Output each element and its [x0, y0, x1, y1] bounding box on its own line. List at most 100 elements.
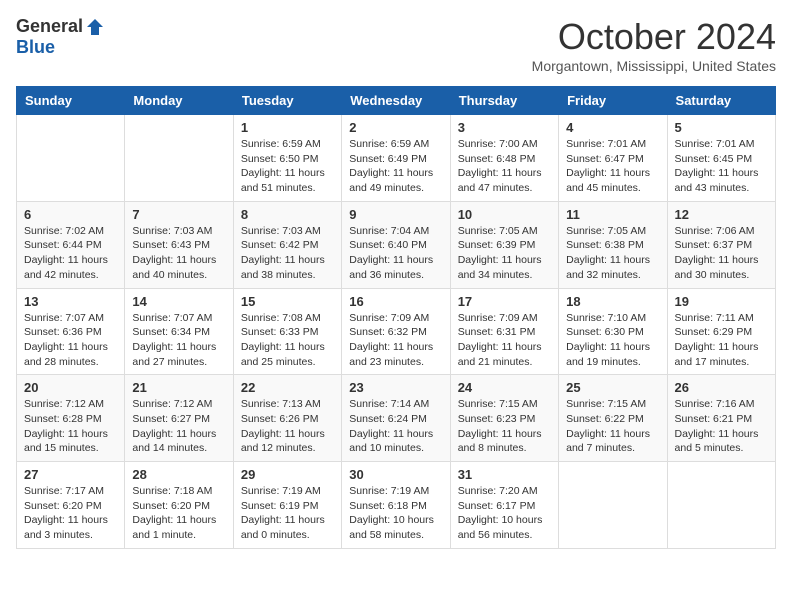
- day-info: Sunrise: 7:07 AM Sunset: 6:36 PM Dayligh…: [24, 311, 117, 370]
- day-info: Sunrise: 7:00 AM Sunset: 6:48 PM Dayligh…: [458, 137, 551, 196]
- calendar-cell: 6 Sunrise: 7:02 AM Sunset: 6:44 PM Daylig…: [17, 201, 125, 288]
- day-number: 28: [132, 467, 225, 482]
- calendar-cell: [667, 462, 775, 549]
- logo-icon: [85, 17, 105, 37]
- day-number: 21: [132, 380, 225, 395]
- day-info: Sunrise: 7:19 AM Sunset: 6:19 PM Dayligh…: [241, 484, 334, 543]
- calendar-cell: 29 Sunrise: 7:19 AM Sunset: 6:19 PM Dayli…: [233, 462, 341, 549]
- calendar-cell: 19 Sunrise: 7:11 AM Sunset: 6:29 PM Dayli…: [667, 288, 775, 375]
- day-info: Sunrise: 7:19 AM Sunset: 6:18 PM Dayligh…: [349, 484, 442, 543]
- calendar-cell: 17 Sunrise: 7:09 AM Sunset: 6:31 PM Dayli…: [450, 288, 558, 375]
- calendar-cell: 3 Sunrise: 7:00 AM Sunset: 6:48 PM Daylig…: [450, 115, 558, 202]
- logo-general-text: General: [16, 16, 83, 37]
- logo: General Blue: [16, 16, 105, 58]
- day-number: 12: [675, 207, 768, 222]
- calendar-cell: 18Sunrise: 7:10 AM Sunset: 6:30 PM Dayli…: [559, 288, 667, 375]
- calendar-cell: 25 Sunrise: 7:15 AM Sunset: 6:22 PM Dayli…: [559, 375, 667, 462]
- day-info: Sunrise: 7:05 AM Sunset: 6:38 PM Dayligh…: [566, 224, 659, 283]
- day-of-week-header: Wednesday: [342, 87, 450, 115]
- day-info: Sunrise: 6:59 AM Sunset: 6:50 PM Dayligh…: [241, 137, 334, 196]
- day-of-week-header: Thursday: [450, 87, 558, 115]
- calendar-week-row: 27 Sunrise: 7:17 AM Sunset: 6:20 PM Dayli…: [17, 462, 776, 549]
- day-info: Sunrise: 7:11 AM Sunset: 6:29 PM Dayligh…: [675, 311, 768, 370]
- calendar-cell: 4Sunrise: 7:01 AM Sunset: 6:47 PM Daylig…: [559, 115, 667, 202]
- calendar-cell: 11 Sunrise: 7:05 AM Sunset: 6:38 PM Dayli…: [559, 201, 667, 288]
- calendar-cell: 2Sunrise: 6:59 AM Sunset: 6:49 PM Daylig…: [342, 115, 450, 202]
- day-info: Sunrise: 7:15 AM Sunset: 6:22 PM Dayligh…: [566, 397, 659, 456]
- day-of-week-header: Saturday: [667, 87, 775, 115]
- month-title: October 2024: [532, 16, 776, 58]
- day-number: 18: [566, 294, 659, 309]
- day-number: 17: [458, 294, 551, 309]
- calendar-cell: 7 Sunrise: 7:03 AM Sunset: 6:43 PM Daylig…: [125, 201, 233, 288]
- day-info: Sunrise: 7:13 AM Sunset: 6:26 PM Dayligh…: [241, 397, 334, 456]
- day-number: 23: [349, 380, 442, 395]
- calendar-cell: 31 Sunrise: 7:20 AM Sunset: 6:17 PM Dayli…: [450, 462, 558, 549]
- day-info: Sunrise: 7:15 AM Sunset: 6:23 PM Dayligh…: [458, 397, 551, 456]
- day-info: Sunrise: 7:12 AM Sunset: 6:28 PM Dayligh…: [24, 397, 117, 456]
- day-info: Sunrise: 7:03 AM Sunset: 6:43 PM Dayligh…: [132, 224, 225, 283]
- calendar-cell: 26 Sunrise: 7:16 AM Sunset: 6:21 PM Dayli…: [667, 375, 775, 462]
- day-info: Sunrise: 7:05 AM Sunset: 6:39 PM Dayligh…: [458, 224, 551, 283]
- day-number: 2: [349, 120, 442, 135]
- day-number: 8: [241, 207, 334, 222]
- day-number: 6: [24, 207, 117, 222]
- location: Morgantown, Mississippi, United States: [532, 58, 776, 74]
- calendar-cell: 28 Sunrise: 7:18 AM Sunset: 6:20 PM Dayli…: [125, 462, 233, 549]
- calendar-cell: 20Sunrise: 7:12 AM Sunset: 6:28 PM Dayli…: [17, 375, 125, 462]
- day-number: 22: [241, 380, 334, 395]
- calendar-header-row: SundayMondayTuesdayWednesdayThursdayFrid…: [17, 87, 776, 115]
- calendar-week-row: 13Sunrise: 7:07 AM Sunset: 6:36 PM Dayli…: [17, 288, 776, 375]
- calendar-cell: 23 Sunrise: 7:14 AM Sunset: 6:24 PM Dayli…: [342, 375, 450, 462]
- day-number: 27: [24, 467, 117, 482]
- day-number: 7: [132, 207, 225, 222]
- calendar-cell: 10 Sunrise: 7:05 AM Sunset: 6:39 PM Dayli…: [450, 201, 558, 288]
- day-number: 24: [458, 380, 551, 395]
- calendar-cell: [559, 462, 667, 549]
- calendar-week-row: 6 Sunrise: 7:02 AM Sunset: 6:44 PM Daylig…: [17, 201, 776, 288]
- day-info: Sunrise: 7:17 AM Sunset: 6:20 PM Dayligh…: [24, 484, 117, 543]
- calendar-cell: 30 Sunrise: 7:19 AM Sunset: 6:18 PM Dayli…: [342, 462, 450, 549]
- day-info: Sunrise: 7:02 AM Sunset: 6:44 PM Dayligh…: [24, 224, 117, 283]
- day-number: 11: [566, 207, 659, 222]
- day-info: Sunrise: 7:16 AM Sunset: 6:21 PM Dayligh…: [675, 397, 768, 456]
- calendar-cell: 9Sunrise: 7:04 AM Sunset: 6:40 PM Daylig…: [342, 201, 450, 288]
- day-info: Sunrise: 7:04 AM Sunset: 6:40 PM Dayligh…: [349, 224, 442, 283]
- day-number: 10: [458, 207, 551, 222]
- day-number: 16: [349, 294, 442, 309]
- day-of-week-header: Sunday: [17, 87, 125, 115]
- day-number: 25: [566, 380, 659, 395]
- title-section: October 2024 Morgantown, Mississippi, Un…: [532, 16, 776, 74]
- calendar-cell: 1 Sunrise: 6:59 AM Sunset: 6:50 PM Daylig…: [233, 115, 341, 202]
- day-number: 26: [675, 380, 768, 395]
- calendar-cell: 24 Sunrise: 7:15 AM Sunset: 6:23 PM Dayli…: [450, 375, 558, 462]
- day-number: 19: [675, 294, 768, 309]
- day-number: 3: [458, 120, 551, 135]
- day-number: 1: [241, 120, 334, 135]
- day-info: Sunrise: 7:09 AM Sunset: 6:32 PM Dayligh…: [349, 311, 442, 370]
- day-info: Sunrise: 7:20 AM Sunset: 6:17 PM Dayligh…: [458, 484, 551, 543]
- day-info: Sunrise: 7:03 AM Sunset: 6:42 PM Dayligh…: [241, 224, 334, 283]
- day-info: Sunrise: 7:08 AM Sunset: 6:33 PM Dayligh…: [241, 311, 334, 370]
- day-info: Sunrise: 7:14 AM Sunset: 6:24 PM Dayligh…: [349, 397, 442, 456]
- calendar-cell: 27 Sunrise: 7:17 AM Sunset: 6:20 PM Dayli…: [17, 462, 125, 549]
- day-info: Sunrise: 7:09 AM Sunset: 6:31 PM Dayligh…: [458, 311, 551, 370]
- day-number: 31: [458, 467, 551, 482]
- day-of-week-header: Monday: [125, 87, 233, 115]
- day-number: 29: [241, 467, 334, 482]
- day-info: Sunrise: 7:18 AM Sunset: 6:20 PM Dayligh…: [132, 484, 225, 543]
- day-info: Sunrise: 7:12 AM Sunset: 6:27 PM Dayligh…: [132, 397, 225, 456]
- logo-blue-text: Blue: [16, 37, 55, 58]
- calendar-table: SundayMondayTuesdayWednesdayThursdayFrid…: [16, 86, 776, 549]
- calendar-cell: 8 Sunrise: 7:03 AM Sunset: 6:42 PM Daylig…: [233, 201, 341, 288]
- calendar-cell: 22 Sunrise: 7:13 AM Sunset: 6:26 PM Dayli…: [233, 375, 341, 462]
- calendar-cell: 12Sunrise: 7:06 AM Sunset: 6:37 PM Dayli…: [667, 201, 775, 288]
- calendar-cell: [125, 115, 233, 202]
- calendar-cell: 14Sunrise: 7:07 AM Sunset: 6:34 PM Dayli…: [125, 288, 233, 375]
- calendar-week-row: 1 Sunrise: 6:59 AM Sunset: 6:50 PM Daylig…: [17, 115, 776, 202]
- calendar-cell: [17, 115, 125, 202]
- calendar-week-row: 20Sunrise: 7:12 AM Sunset: 6:28 PM Dayli…: [17, 375, 776, 462]
- day-number: 30: [349, 467, 442, 482]
- day-of-week-header: Tuesday: [233, 87, 341, 115]
- day-info: Sunrise: 7:01 AM Sunset: 6:45 PM Dayligh…: [675, 137, 768, 196]
